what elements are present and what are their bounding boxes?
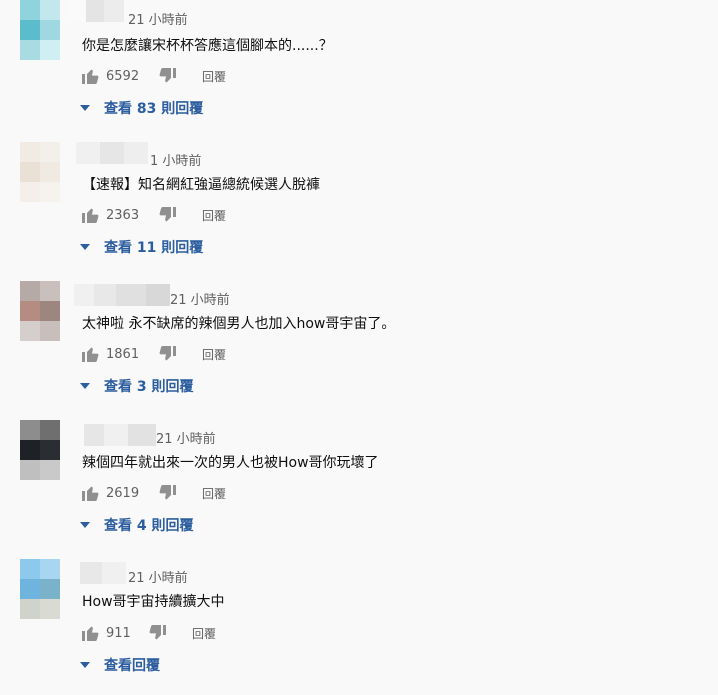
author-name-blurred[interactable] — [84, 424, 156, 446]
avatar[interactable] — [20, 559, 60, 619]
view-replies-label: 查看 4 則回覆 — [104, 518, 194, 534]
comment-actions: 911 回覆 — [80, 623, 216, 643]
comment-thread: 21 小時前 辣個四年就出來一次的男人也被How哥你玩壞了 2619 回覆 查看… — [0, 417, 718, 556]
view-replies-label: 查看 11 則回覆 — [104, 240, 204, 256]
caret-down-icon — [80, 522, 90, 528]
reply-button[interactable]: 回覆 — [202, 207, 226, 224]
view-replies-button[interactable]: 查看 11 則回覆 — [80, 236, 203, 258]
avatar[interactable] — [20, 420, 60, 480]
thumbs-down-icon[interactable] — [158, 205, 178, 225]
comment-actions: 2619 回覆 — [80, 483, 226, 503]
thumbs-down-icon[interactable] — [158, 66, 178, 86]
view-replies-label: 查看 3 則回覆 — [104, 379, 194, 395]
view-replies-label: 查看 83 則回覆 — [104, 101, 204, 117]
comment-actions: 1861 回覆 — [80, 344, 226, 364]
thumbs-up-icon[interactable] — [80, 623, 100, 643]
reply-button[interactable]: 回覆 — [192, 625, 216, 642]
caret-down-icon — [80, 383, 90, 389]
comment-text: 【速報】知名網紅強逼總統候選人脫褲 — [82, 177, 320, 193]
comment-timestamp[interactable]: 1 小時前 — [150, 150, 201, 169]
avatar[interactable] — [20, 281, 60, 341]
comment-text: 你是怎麼讓宋杯杯答應這個腳本的......？ — [82, 38, 333, 54]
comment-thread: 1 小時前 【速報】知名網紅強逼總統候選人脫褲 2363 回覆 查看 11 則回… — [0, 139, 718, 278]
thumbs-down-icon[interactable] — [158, 344, 178, 364]
view-replies-button[interactable]: 查看 83 則回覆 — [80, 97, 203, 119]
author-name-blurred[interactable] — [66, 0, 124, 22]
thumbs-up-icon[interactable] — [80, 483, 100, 503]
thumbs-up-icon[interactable] — [80, 205, 100, 225]
comment-thread: 21 小時前 How哥宇宙持續擴大中 911 回覆 查看回覆 — [0, 556, 718, 695]
thumbs-down-icon[interactable] — [158, 483, 178, 503]
comment-thread: 21 小時前 你是怎麼讓宋杯杯答應這個腳本的......？ 6592 回覆 查看… — [0, 0, 718, 139]
thumbs-down-icon[interactable] — [148, 623, 168, 643]
comment-text: How哥宇宙持續擴大中 — [82, 594, 225, 610]
like-count: 6592 — [106, 68, 140, 84]
like-count: 2363 — [106, 207, 140, 223]
comment-actions: 2363 回覆 — [80, 205, 226, 225]
caret-down-icon — [80, 244, 90, 250]
like-count: 2619 — [106, 485, 140, 501]
view-replies-button[interactable]: 查看回覆 — [80, 654, 160, 676]
comment-text: 辣個四年就出來一次的男人也被How哥你玩壞了 — [82, 455, 379, 471]
comment-text: 太神啦 永不缺席的辣個男人也加入how哥宇宙了。 — [82, 316, 396, 332]
comment-timestamp[interactable]: 21 小時前 — [156, 428, 216, 447]
author-name-blurred[interactable] — [76, 142, 148, 164]
caret-down-icon — [80, 105, 90, 111]
avatar[interactable] — [20, 0, 60, 60]
comment-timestamp[interactable]: 21 小時前 — [128, 567, 188, 586]
reply-button[interactable]: 回覆 — [202, 68, 226, 85]
author-name-blurred[interactable] — [80, 562, 126, 584]
comment-actions: 6592 回覆 — [80, 66, 226, 86]
reply-button[interactable]: 回覆 — [202, 346, 226, 363]
view-replies-label: 查看回覆 — [104, 658, 160, 674]
like-count: 1861 — [106, 346, 140, 362]
author-name-blurred[interactable] — [74, 284, 170, 306]
comment-timestamp[interactable]: 21 小時前 — [128, 9, 188, 28]
like-count: 911 — [106, 625, 131, 641]
view-replies-button[interactable]: 查看 3 則回覆 — [80, 375, 194, 397]
thumbs-up-icon[interactable] — [80, 66, 100, 86]
view-replies-button[interactable]: 查看 4 則回覆 — [80, 514, 194, 536]
thumbs-up-icon[interactable] — [80, 344, 100, 364]
comment-timestamp[interactable]: 21 小時前 — [170, 289, 230, 308]
reply-button[interactable]: 回覆 — [202, 485, 226, 502]
avatar[interactable] — [20, 142, 60, 202]
comment-thread: 21 小時前 太神啦 永不缺席的辣個男人也加入how哥宇宙了。 1861 回覆 … — [0, 278, 718, 417]
caret-down-icon — [80, 662, 90, 668]
